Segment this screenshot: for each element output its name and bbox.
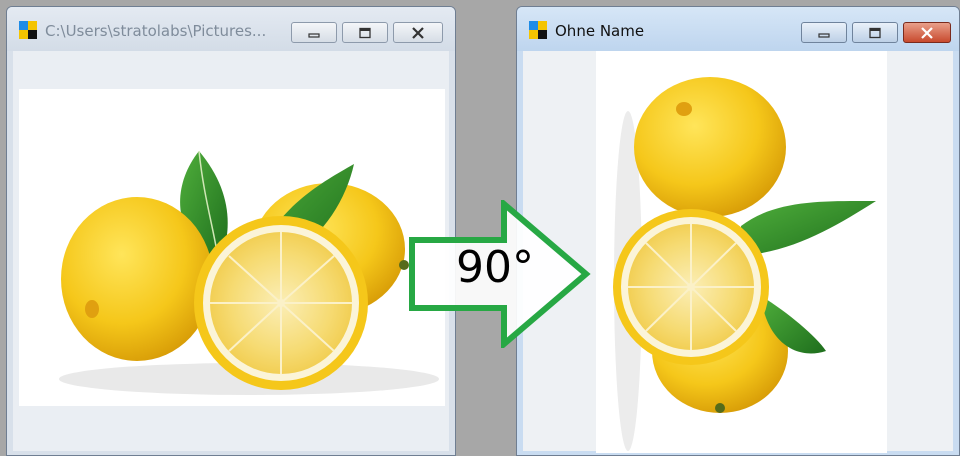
minimize-icon bbox=[818, 32, 830, 38]
close-button[interactable] bbox=[903, 22, 951, 43]
minimize-button[interactable] bbox=[291, 22, 337, 43]
minimize-button[interactable] bbox=[801, 22, 847, 43]
title-bar[interactable]: C:\Users\stratolabs\Pictures... bbox=[7, 7, 455, 51]
source-image-window: C:\Users\stratolabs\Pictures... bbox=[6, 6, 456, 456]
maximize-icon bbox=[869, 27, 881, 38]
window-title: C:\Users\stratolabs\Pictures... bbox=[45, 22, 267, 40]
maximize-icon bbox=[359, 27, 371, 38]
maximize-button[interactable] bbox=[342, 22, 388, 43]
app-icon bbox=[529, 21, 547, 39]
maximize-button[interactable] bbox=[852, 22, 898, 43]
minimize-icon bbox=[308, 32, 320, 38]
close-icon bbox=[412, 26, 424, 39]
image-canvas bbox=[13, 51, 449, 451]
rotation-label: 90° bbox=[456, 242, 534, 293]
lemon-photo bbox=[19, 89, 445, 406]
window-title: Ohne Name bbox=[555, 22, 645, 40]
lemon-photo-rotated bbox=[596, 51, 887, 453]
close-button[interactable] bbox=[393, 22, 443, 43]
close-icon bbox=[921, 26, 933, 39]
title-bar[interactable]: Ohne Name bbox=[517, 7, 959, 51]
app-icon bbox=[19, 21, 37, 39]
